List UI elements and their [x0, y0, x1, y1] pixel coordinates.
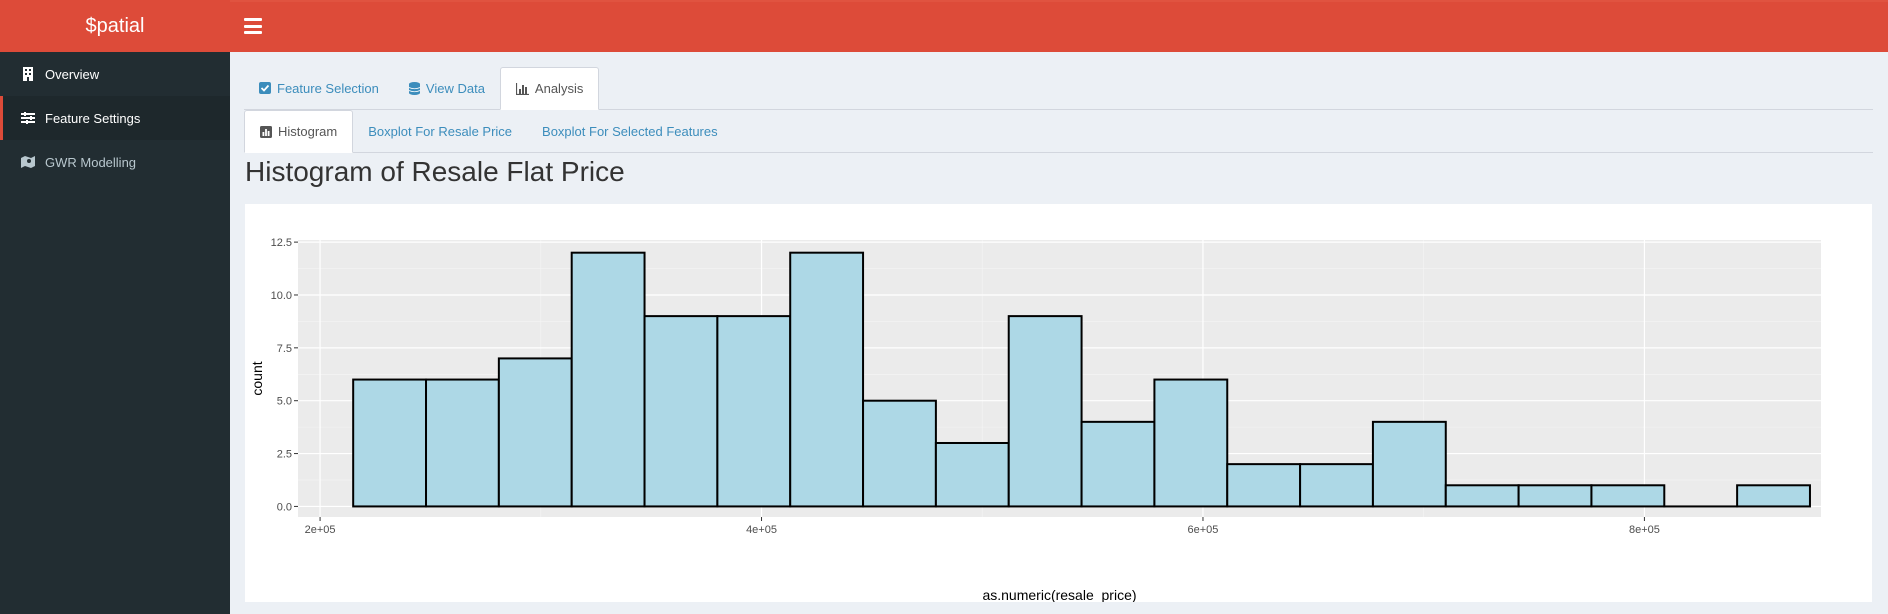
tab-label: Boxplot For Resale Price [368, 123, 513, 139]
app-title: $patial [85, 14, 145, 37]
map-icon [21, 155, 35, 169]
histogram-bar [643, 315, 719, 508]
histogram-bar [1590, 484, 1666, 508]
histogram-bar [862, 399, 937, 508]
checkbox-icon [259, 82, 271, 94]
analysis-subtabs: Histogram Boxplot For Resale Price Boxpl… [244, 110, 1873, 153]
histogram-icon [260, 125, 272, 138]
tab-label: Boxplot For Selected Features [542, 123, 718, 139]
sidebar-item-label: Overview [45, 66, 100, 82]
histogram-bar [1080, 420, 1156, 508]
histogram-bar [570, 251, 646, 508]
tab-view-data[interactable]: View Data [394, 67, 500, 109]
y-tick-label: 0.0 [277, 501, 292, 513]
bar-chart-icon [515, 82, 529, 95]
tab-boxplot-selected-features[interactable]: Boxplot For Selected Features [527, 110, 733, 152]
sidebar-item-feature-settings[interactable]: Feature Settings [0, 96, 230, 140]
histogram-chart: 0.0 2.5 5.0 7.5 10.0 12.5 2e+05 4e+05 6e+05 8e+05… [249, 237, 1821, 603]
tab-label: Histogram [278, 124, 338, 139]
page-title: Histogram of Resale Flat Price [245, 156, 625, 187]
histogram-bar [1299, 463, 1374, 508]
y-tick-label: 5.0 [277, 396, 292, 408]
main-tabs: Feature Selection View Data Analysis [244, 67, 1873, 110]
histogram-bar [1736, 484, 1811, 508]
tab-label: Analysis [534, 81, 584, 96]
hamburger-menu-icon[interactable] [244, 18, 262, 34]
sidebar-item-label: GWR Modelling [45, 154, 137, 170]
y-tick-label: 10.0 [271, 290, 292, 302]
building-icon [21, 67, 35, 81]
x-tick-label: 2e+05 [305, 524, 336, 536]
sidebar-item-overview[interactable]: Overview [0, 52, 230, 96]
histogram-bar [1226, 463, 1302, 508]
histogram-bar [1007, 315, 1083, 508]
histogram-bar [497, 357, 573, 508]
database-icon [408, 81, 420, 95]
sidebar: Overview Feature Settings GWR Modelling [0, 52, 230, 614]
y-tick-label: 12.5 [271, 237, 292, 249]
y-tick-label: 7.5 [277, 343, 292, 355]
histogram-bar [1444, 484, 1520, 508]
app-logo[interactable]: $patial [0, 0, 230, 52]
x-tick-label: 4e+05 [746, 524, 777, 536]
histogram-bar [789, 251, 865, 508]
histogram-bar [934, 441, 1010, 508]
tab-label: View Data [425, 80, 485, 96]
x-axis-label: as.numeric(resale_price) [982, 587, 1136, 602]
histogram-plot: 0.0 2.5 5.0 7.5 10.0 12.5 2e+05 4e+05 6e+05 8e+05… [245, 204, 1872, 603]
sidebar-item-gwr-modelling[interactable]: GWR Modelling [0, 140, 230, 184]
sidebar-item-label: Feature Settings [45, 110, 141, 126]
tab-boxplot-resale-price[interactable]: Boxplot For Resale Price [353, 110, 527, 152]
histogram-bar [425, 378, 500, 508]
y-axis-label: count [249, 361, 265, 395]
main-content: Feature Selection View Data Analysis His… [230, 52, 1888, 614]
histogram-bar [716, 315, 792, 508]
tab-feature-selection[interactable]: Feature Selection [244, 67, 394, 109]
histogram-bar [1371, 420, 1447, 508]
histogram-bar [1153, 378, 1229, 508]
histogram-bar [352, 378, 428, 508]
x-tick-label: 8e+05 [1629, 524, 1660, 536]
tab-analysis[interactable]: Analysis [499, 67, 600, 110]
sliders-icon [21, 111, 35, 125]
top-navbar [230, 0, 1888, 52]
x-tick-label: 6e+05 [1188, 524, 1219, 536]
tab-label: Feature Selection [277, 80, 379, 96]
histogram-bar [1517, 484, 1593, 508]
y-tick-label: 2.5 [277, 449, 292, 461]
tab-histogram[interactable]: Histogram [244, 110, 354, 153]
